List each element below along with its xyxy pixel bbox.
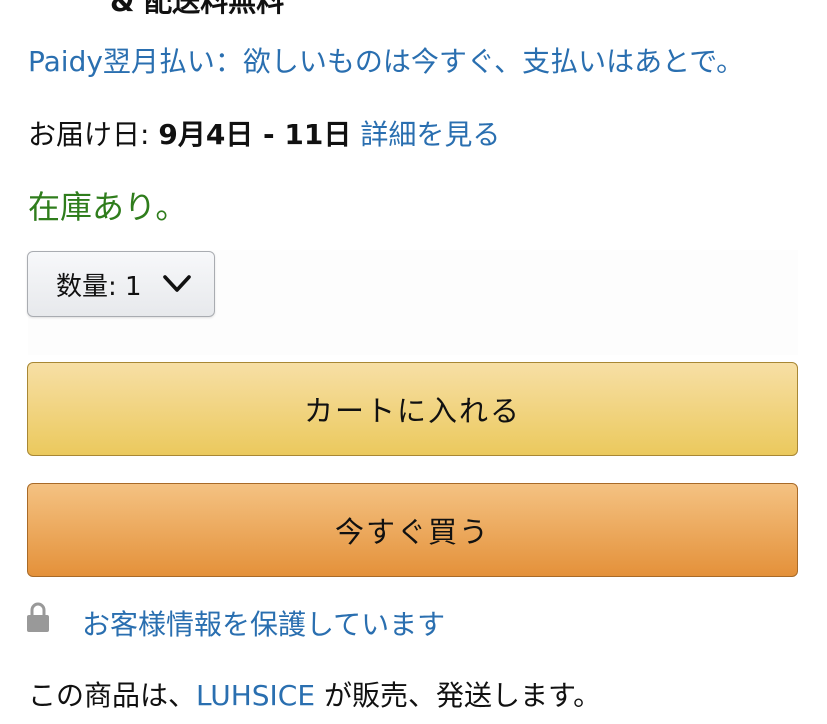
delivery-details-link[interactable]: 詳細を見る xyxy=(360,118,500,151)
add-to-cart-button[interactable]: カートに入れる xyxy=(27,362,798,456)
buy-now-label: 今すぐ買う xyxy=(334,515,490,549)
delivery-label: お届け日: xyxy=(28,118,159,151)
buy-now-button[interactable]: 今すぐ買う xyxy=(27,483,798,577)
paidy-link[interactable]: Paidy翌月払い：欲しいものは今すぐ、支払いはあとで。 xyxy=(28,40,744,80)
delivery-date: 9月4日 - 11日 xyxy=(158,118,352,151)
quantity-dropdown[interactable]: 数量: 1 xyxy=(27,251,215,317)
seller-info: この商品は、LUHSICE が販売、発送します。 xyxy=(28,674,601,714)
stock-status: 在庫あり。 xyxy=(28,188,188,226)
delivery-info: お届け日: 9月4日 - 11日 詳細を見る xyxy=(28,113,500,153)
seller-prefix: この商品は、 xyxy=(28,679,197,712)
add-to-cart-label: カートに入れる xyxy=(303,394,521,428)
seller-link[interactable]: LUHSICE xyxy=(196,679,315,712)
seller-suffix: が販売、発送します。 xyxy=(315,679,602,712)
chevron-down-icon xyxy=(163,275,191,292)
lock-icon xyxy=(27,602,49,632)
free-shipping-text: & 配送料無料 xyxy=(110,0,285,18)
quantity-label: 数量: 1 xyxy=(56,271,142,302)
secure-info-link[interactable]: お客様情報を保護しています xyxy=(82,603,445,643)
